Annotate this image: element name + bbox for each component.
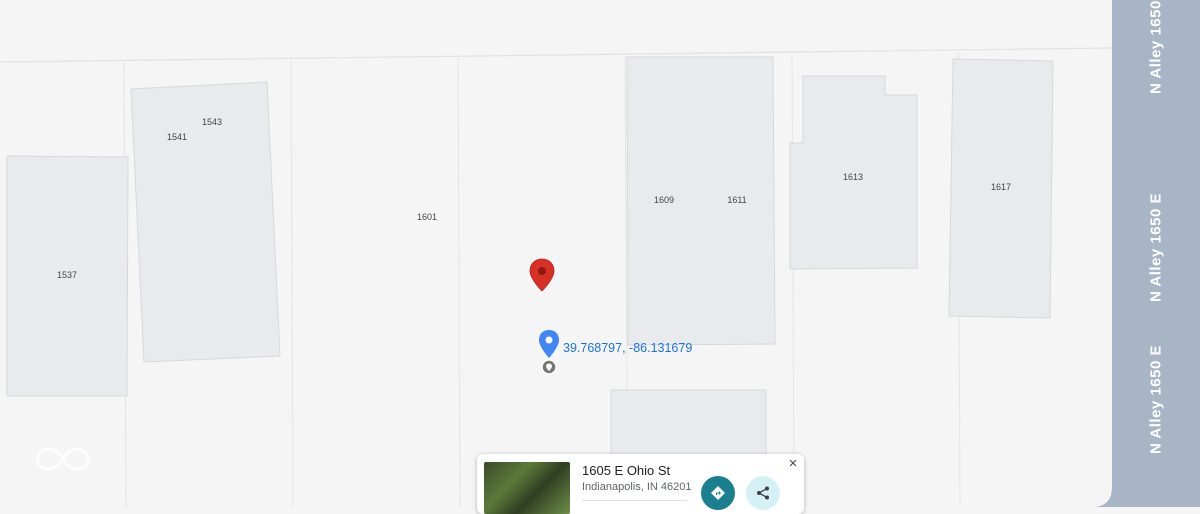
place-info-card[interactable]: 1605 E Ohio St Indianapolis, IN 46201 ×: [477, 454, 804, 514]
parcel-label-1601: 1601: [416, 212, 438, 222]
street-label: N Alley 1650 E: [1147, 345, 1165, 455]
map-canvas[interactable]: [0, 0, 1200, 507]
parcel-label-1617: 1617: [990, 182, 1012, 192]
map-corner: [1090, 0, 1112, 507]
street-label: N Alley 1650 E: [1147, 0, 1165, 95]
building-1609-1611: [626, 56, 776, 346]
parcel-label-1613: 1613: [842, 172, 864, 182]
divider: [582, 500, 687, 501]
place-subtitle: Indianapolis, IN 46201: [582, 481, 692, 493]
coordinate-label[interactable]: 39.768797, -86.131679: [563, 341, 692, 355]
directions-button[interactable]: [701, 476, 735, 510]
parcel-label-1537: 1537: [56, 270, 78, 280]
parcel-label-1543: 1543: [201, 117, 223, 127]
place-marker-icon[interactable]: [541, 359, 557, 375]
share-button[interactable]: [746, 476, 780, 510]
parcel-label-1611: 1611: [727, 195, 747, 205]
close-icon[interactable]: ×: [786, 456, 800, 471]
street-label: N Alley 1650 E: [1147, 193, 1165, 303]
directions-icon: [711, 486, 725, 500]
share-icon: [757, 486, 769, 500]
blue-pin-icon[interactable]: [539, 330, 559, 358]
parcel-label-1541: 1541: [166, 132, 188, 142]
street-edge: [0, 47, 1113, 63]
infinity-logo-icon: [36, 447, 90, 471]
red-pin-icon[interactable]: [529, 258, 555, 292]
place-photo[interactable]: [484, 462, 570, 514]
place-title: 1605 E Ohio St: [582, 463, 671, 478]
parcel-label-1609: 1609: [653, 195, 675, 205]
